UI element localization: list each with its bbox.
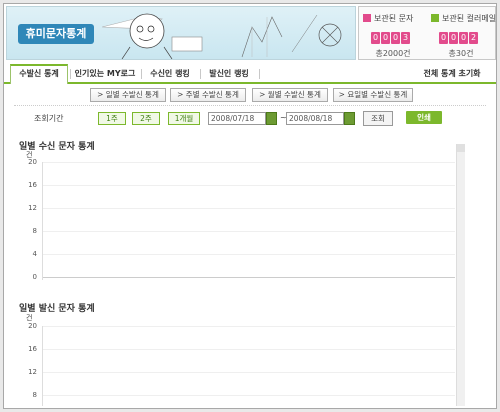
y-tick: 12 <box>28 204 37 212</box>
range-1month-button[interactable]: 1개월 <box>168 112 200 125</box>
stored-colormail-counter: 보관된 컬러메일 0002 총30건 <box>427 7 496 59</box>
counter-panel: 보관된 문자 0003 총2000건 보관된 컬러메일 0002 총30건 <box>358 6 496 60</box>
y-tick: 8 <box>32 391 37 399</box>
search-button[interactable]: 조회 <box>363 111 393 126</box>
weekday-stats-button[interactable]: > 요일별 수발신 통계 <box>333 88 413 102</box>
daily-stats-button[interactable]: > 일별 수발신 통계 <box>90 88 166 102</box>
tab-sender-ranking[interactable]: 발신인 랭킹 <box>202 66 256 82</box>
scroll-up-arrow[interactable] <box>457 144 465 152</box>
stored-sms-label: 보관된 문자 <box>363 13 413 24</box>
header-banner: 휴미문자통계 <box>6 6 356 60</box>
app-window: 휴미문자통계 보관된 문자 0003 총2000건 보관된 컬러메일 0 0 0… <box>3 3 497 409</box>
monthly-stats-button[interactable]: > 월별 수발신 통계 <box>252 88 328 102</box>
y-tick: 20 <box>28 158 37 166</box>
y-tick: 4 <box>32 250 37 258</box>
mail-icon <box>431 14 439 22</box>
app-logo: 휴미문자통계 <box>18 24 94 44</box>
y-tick: 16 <box>28 345 37 353</box>
received-chart-plot <box>42 162 455 280</box>
vertical-scrollbar[interactable] <box>456 144 465 406</box>
y-tick: 0 <box>32 273 37 281</box>
start-date-input[interactable]: 2008/07/18 <box>208 112 266 125</box>
stored-colormail-digits: 0002 <box>439 32 478 44</box>
sms-icon <box>363 14 371 22</box>
y-tick: 12 <box>28 368 37 376</box>
y-tick: 16 <box>28 181 37 189</box>
range-1week-button[interactable]: 1주 <box>98 112 126 125</box>
end-date-input[interactable]: 2008/08/18 <box>286 112 344 125</box>
print-button[interactable]: 인쇄 <box>406 111 442 124</box>
end-calendar-icon[interactable] <box>344 112 355 125</box>
weekly-stats-button[interactable]: > 주별 수발신 통계 <box>170 88 246 102</box>
stored-sms-counter: 보관된 문자 0003 총2000건 <box>359 7 427 59</box>
y-tick: 20 <box>28 322 37 330</box>
banner-illustration <box>102 13 342 59</box>
range-2week-button[interactable]: 2주 <box>132 112 160 125</box>
tab-popular-mylog[interactable]: 인기있는 MY로그 <box>72 66 138 82</box>
reset-all-stats-button[interactable]: 전체 통계 초기화 <box>414 66 490 82</box>
tab-send-receive-stats[interactable]: 수발신 통계 <box>10 64 68 84</box>
stored-colormail-total: 총30건 <box>448 49 474 58</box>
stored-sms-digits: 0003 <box>371 32 410 44</box>
tab-receiver-ranking[interactable]: 수신인 랭킹 <box>143 66 197 82</box>
y-tick: 8 <box>32 227 37 235</box>
stored-colormail-label: 보관된 컬러메일 <box>431 13 496 24</box>
main-tabs: 수발신 통계 인기있는 MY로그 수신인 랭킹 발신인 랭킹 전체 통계 초기화 <box>4 64 496 84</box>
stored-sms-total: 총2000건 <box>375 49 411 58</box>
divider <box>14 105 486 106</box>
sent-chart-plot <box>42 326 455 406</box>
period-label: 조회기간 <box>34 114 64 123</box>
start-calendar-icon[interactable] <box>266 112 277 125</box>
